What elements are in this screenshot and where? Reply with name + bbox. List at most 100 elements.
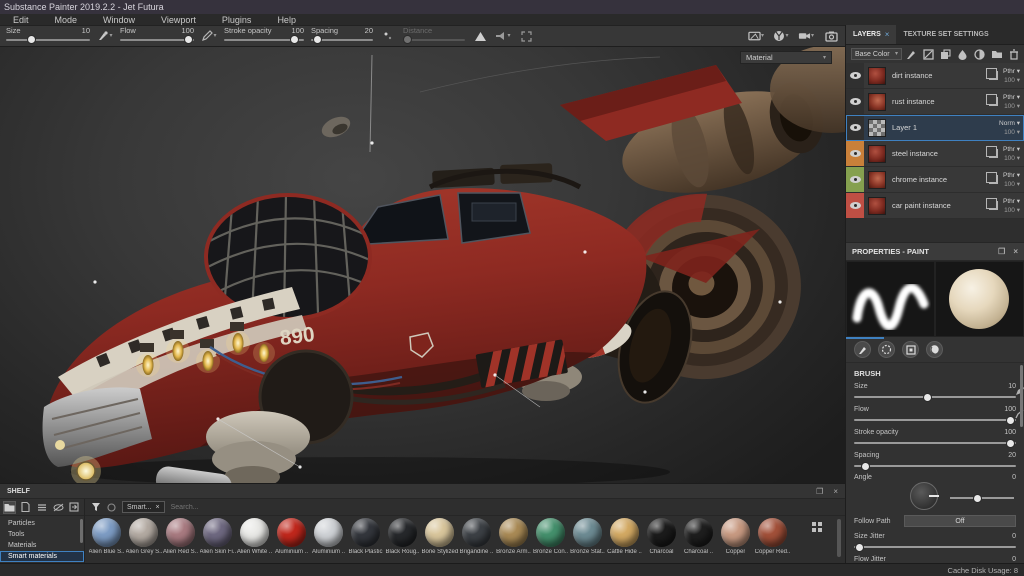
layer-row-layer1[interactable]: Layer 1 Norm ▾ 100 ▾ xyxy=(846,115,1024,141)
display-settings-icon[interactable]: ▾ xyxy=(748,28,764,44)
camera-settings-icon[interactable]: ▾ xyxy=(798,28,814,44)
blend-mode-dropdown[interactable]: Norm ▾ xyxy=(999,119,1020,128)
material-item[interactable]: Alien Grey S.. xyxy=(125,518,162,555)
layer-row-rust[interactable]: rust instance Pthr ▾ 100 ▾ xyxy=(846,89,1024,115)
add-folder-icon[interactable] xyxy=(991,49,1003,59)
menu-window[interactable]: Window xyxy=(90,15,148,25)
material-sphere[interactable] xyxy=(129,518,158,547)
material-item[interactable]: Charcoal xyxy=(643,518,680,555)
layer-thumbnail[interactable] xyxy=(868,145,886,163)
category-smart-materials[interactable]: Smart materials xyxy=(0,551,84,562)
material-item[interactable]: Copper Red.. xyxy=(754,518,791,555)
close-icon[interactable]: × xyxy=(833,487,838,496)
popout-icon[interactable]: ❐ xyxy=(816,487,823,496)
prop-stroke-opacity-knob[interactable] xyxy=(1006,439,1015,448)
material-item[interactable]: Bronze Arm.. xyxy=(495,518,532,555)
material-item[interactable]: Alien Skin Fi.. xyxy=(199,518,236,555)
menu-edit[interactable]: Edit xyxy=(0,15,42,25)
spacing-knob[interactable] xyxy=(313,35,322,44)
layer-row-dirt[interactable]: dirt instance Pthr ▾ 100 ▾ xyxy=(846,63,1024,89)
opacity-dropdown[interactable]: 100 ▾ xyxy=(1004,102,1020,111)
material-sphere[interactable] xyxy=(277,518,306,547)
alpha-tab-icon[interactable] xyxy=(878,341,895,358)
angle-mini-slider[interactable] xyxy=(950,494,1014,503)
menu-mode[interactable]: Mode xyxy=(42,15,91,25)
filter-circle-icon[interactable] xyxy=(107,503,116,512)
properties-scrollbar[interactable] xyxy=(1020,365,1023,427)
material-sphere[interactable] xyxy=(351,518,380,547)
stroke-opacity-knob[interactable] xyxy=(290,35,299,44)
layer-row-chrome[interactable]: chrome instance Pthr ▾ 100 ▾ xyxy=(846,167,1024,193)
viewport-capture-icon[interactable] xyxy=(823,28,839,44)
grid-view-icon[interactable] xyxy=(811,521,823,533)
opacity-dropdown[interactable]: 100 ▾ xyxy=(1004,76,1020,85)
menu-plugins[interactable]: Plugins xyxy=(209,15,265,25)
hide-resources-icon[interactable] xyxy=(52,501,65,514)
material-item[interactable]: Bone Stylized xyxy=(421,518,458,555)
layer-row-steel[interactable]: steel instance Pthr ▾ 100 ▾ xyxy=(846,141,1024,167)
layer-thumbnail[interactable] xyxy=(868,67,886,85)
flow-track[interactable] xyxy=(120,35,194,43)
prop-flow-knob[interactable] xyxy=(1006,416,1015,425)
add-smart-material-icon[interactable] xyxy=(974,49,985,60)
material-sphere[interactable] xyxy=(758,518,787,547)
material-item[interactable]: Aluminium .. xyxy=(310,518,347,555)
material-sphere[interactable] xyxy=(647,518,676,547)
visibility-eye-icon[interactable] xyxy=(850,72,861,79)
prop-spacing-slider[interactable]: Spacing20 xyxy=(846,449,1024,472)
search-input[interactable] xyxy=(171,504,261,511)
category-particles[interactable]: Particles xyxy=(0,518,84,529)
blend-mode-dropdown[interactable]: Pthr ▾ xyxy=(1003,145,1020,154)
blend-mode-dropdown[interactable]: Pthr ▾ xyxy=(1003,67,1020,76)
viewport-3d-model[interactable]: 890 xyxy=(0,47,845,483)
shading-mode-dropdown[interactable]: Material ▾ xyxy=(740,51,832,64)
layer-thumbnail[interactable] xyxy=(868,93,886,111)
material-item[interactable]: Copper xyxy=(717,518,754,555)
blend-mode-dropdown[interactable]: Pthr ▾ xyxy=(1003,197,1020,206)
material-sphere[interactable] xyxy=(684,518,713,547)
size-track[interactable] xyxy=(6,35,90,43)
prop-flow-slider[interactable]: Flow100 xyxy=(846,403,1024,426)
material-item[interactable]: Alien White .. xyxy=(236,518,273,555)
close-icon[interactable]: × xyxy=(1013,247,1018,256)
material-item[interactable]: Bronze Con.. xyxy=(532,518,569,555)
category-tools[interactable]: Tools xyxy=(0,529,84,540)
opacity-dropdown[interactable]: 100 ▾ xyxy=(1004,128,1020,137)
category-materials[interactable]: Materials xyxy=(0,540,84,551)
tab-close-icon[interactable]: × xyxy=(885,30,890,39)
stroke-opacity-track[interactable] xyxy=(224,35,304,43)
symmetry-icon[interactable]: ▾ xyxy=(495,28,511,44)
tab-texture-set-settings[interactable]: TEXTURE SET SETTINGS xyxy=(896,25,995,44)
opacity-dropdown[interactable]: 100 ▾ xyxy=(1004,154,1020,163)
flow-knob[interactable] xyxy=(184,35,193,44)
layer-thumbnail[interactable] xyxy=(868,171,886,189)
material-sphere[interactable] xyxy=(536,518,565,547)
material-sphere[interactable] xyxy=(166,518,195,547)
material-sphere[interactable] xyxy=(240,518,269,547)
material-item[interactable]: Brigandine .. xyxy=(458,518,495,555)
filter-chip-smart-materials[interactable]: Smart... × xyxy=(122,501,165,513)
add-mask-icon[interactable] xyxy=(923,49,934,60)
prop-size-jitter-slider[interactable]: Size Jitter0 xyxy=(846,530,1024,553)
material-sphere[interactable] xyxy=(203,518,232,547)
toolbar-size-slider[interactable]: Size10 xyxy=(6,27,90,45)
fullscreen-icon[interactable] xyxy=(518,28,534,44)
tab-layers[interactable]: LAYERS × xyxy=(846,25,896,44)
material-item[interactable]: Charcoal .. xyxy=(680,518,717,555)
pencil-pressure-icon[interactable]: ▾ xyxy=(201,28,217,44)
follow-path-toggle[interactable]: Off xyxy=(904,515,1016,527)
channel-dropdown[interactable]: Base Color ▾ xyxy=(851,48,902,60)
size-jitter-knob[interactable] xyxy=(855,543,864,552)
visibility-eye-icon[interactable] xyxy=(850,150,861,157)
filter-funnel-icon[interactable] xyxy=(91,502,101,512)
spacing-track[interactable] xyxy=(311,35,373,43)
material-sphere[interactable] xyxy=(92,518,121,547)
brush-preset-icon[interactable]: ▾ xyxy=(97,28,113,44)
blend-mode-dropdown[interactable]: Pthr ▾ xyxy=(1003,171,1020,180)
material-sphere[interactable] xyxy=(425,518,454,547)
angle-knob[interactable] xyxy=(973,494,982,503)
delete-layer-icon[interactable] xyxy=(1009,49,1019,60)
add-fill-layer-icon[interactable] xyxy=(940,49,951,60)
materials-scrollbar[interactable] xyxy=(837,519,841,557)
chip-close-icon[interactable]: × xyxy=(156,504,160,511)
